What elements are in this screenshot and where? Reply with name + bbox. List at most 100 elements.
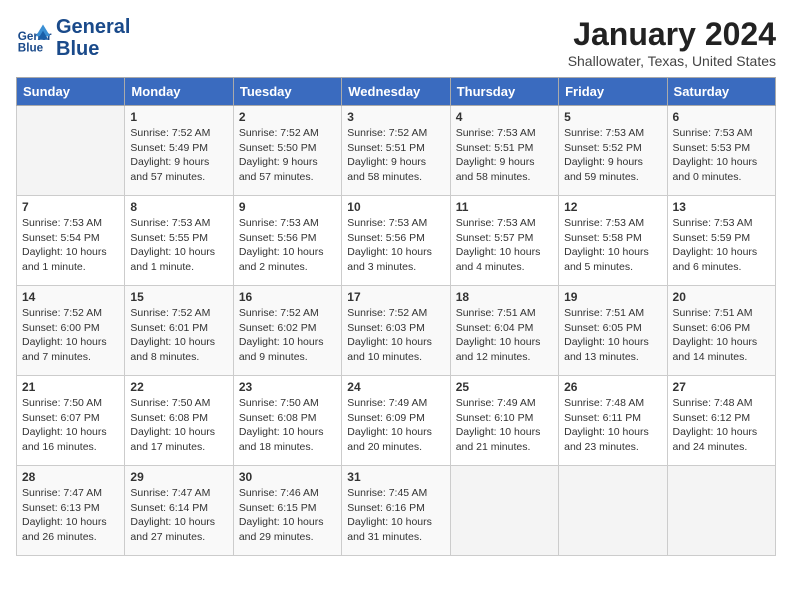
day-number: 31 bbox=[347, 470, 444, 484]
calendar-cell: 17 Sunrise: 7:52 AMSunset: 6:03 PMDayligh… bbox=[342, 286, 450, 376]
day-number: 13 bbox=[673, 200, 770, 214]
calendar-cell: 10Sunrise: 7:53 AMSunset: 5:56 PMDayligh… bbox=[342, 196, 450, 286]
day-number: 11 bbox=[456, 200, 553, 214]
day-number: 1 bbox=[130, 110, 227, 124]
calendar-header-row: SundayMondayTuesdayWednesdayThursdayFrid… bbox=[17, 78, 776, 106]
logo-text-line1: General bbox=[56, 16, 130, 38]
calendar-body: 1 Sunrise: 7:52 AMSunset: 5:49 PMDaylight… bbox=[17, 106, 776, 556]
page-header: General Blue General Blue January 2024 S… bbox=[16, 16, 776, 69]
day-info: Sunrise: 7:48 AMSunset: 6:12 PMDaylight:… bbox=[673, 396, 770, 455]
header-cell-thursday: Thursday bbox=[450, 78, 558, 106]
calendar-cell bbox=[17, 106, 125, 196]
calendar-cell bbox=[450, 466, 558, 556]
day-number: 16 bbox=[239, 290, 336, 304]
day-info: Sunrise: 7:52 AMSunset: 6:02 PMDaylight:… bbox=[239, 306, 336, 365]
header-cell-friday: Friday bbox=[559, 78, 667, 106]
calendar-cell: 3Sunrise: 7:52 AMSunset: 5:51 PMDaylight… bbox=[342, 106, 450, 196]
calendar-cell: 28Sunrise: 7:47 AMSunset: 6:13 PMDayligh… bbox=[17, 466, 125, 556]
calendar-cell: 15 Sunrise: 7:52 AMSunset: 6:01 PMDayligh… bbox=[125, 286, 233, 376]
header-cell-saturday: Saturday bbox=[667, 78, 775, 106]
day-number: 22 bbox=[130, 380, 227, 394]
day-number: 6 bbox=[673, 110, 770, 124]
calendar-cell: 24Sunrise: 7:49 AMSunset: 6:09 PMDayligh… bbox=[342, 376, 450, 466]
calendar-cell: 25Sunrise: 7:49 AMSunset: 6:10 PMDayligh… bbox=[450, 376, 558, 466]
calendar-cell: 20 Sunrise: 7:51 AMSunset: 6:06 PMDayligh… bbox=[667, 286, 775, 376]
day-number: 26 bbox=[564, 380, 661, 394]
calendar-cell: 2Sunrise: 7:52 AMSunset: 5:50 PMDaylight… bbox=[233, 106, 341, 196]
day-info: Sunrise: 7:53 AMSunset: 5:55 PMDaylight:… bbox=[130, 216, 227, 275]
day-number: 17 bbox=[347, 290, 444, 304]
header-cell-monday: Monday bbox=[125, 78, 233, 106]
day-info: Sunrise: 7:48 AMSunset: 6:11 PMDaylight:… bbox=[564, 396, 661, 455]
svg-text:Blue: Blue bbox=[18, 42, 44, 55]
day-info: Sunrise: 7:53 AMSunset: 5:51 PMDaylight:… bbox=[456, 126, 553, 185]
day-info: Sunrise: 7:53 AMSunset: 5:53 PMDaylight:… bbox=[673, 126, 770, 185]
location-title: Shallowater, Texas, United States bbox=[568, 53, 776, 69]
calendar-table: SundayMondayTuesdayWednesdayThursdayFrid… bbox=[16, 77, 776, 556]
day-info: Sunrise: 7:52 AMSunset: 6:01 PMDaylight:… bbox=[130, 306, 227, 365]
logo-icon: General Blue bbox=[16, 20, 52, 56]
calendar-cell: 21Sunrise: 7:50 AMSunset: 6:07 PMDayligh… bbox=[17, 376, 125, 466]
day-info: Sunrise: 7:53 AMSunset: 5:54 PMDaylight:… bbox=[22, 216, 119, 275]
day-number: 29 bbox=[130, 470, 227, 484]
day-number: 14 bbox=[22, 290, 119, 304]
header-cell-sunday: Sunday bbox=[17, 78, 125, 106]
calendar-week-5: 28Sunrise: 7:47 AMSunset: 6:13 PMDayligh… bbox=[17, 466, 776, 556]
day-info: Sunrise: 7:51 AMSunset: 6:04 PMDaylight:… bbox=[456, 306, 553, 365]
calendar-cell: 19Sunrise: 7:51 AMSunset: 6:05 PMDayligh… bbox=[559, 286, 667, 376]
calendar-cell: 12 Sunrise: 7:53 AMSunset: 5:58 PMDayligh… bbox=[559, 196, 667, 286]
day-number: 12 bbox=[564, 200, 661, 214]
day-number: 20 bbox=[673, 290, 770, 304]
day-info: Sunrise: 7:50 AMSunset: 6:07 PMDaylight:… bbox=[22, 396, 119, 455]
day-info: Sunrise: 7:50 AMSunset: 6:08 PMDaylight:… bbox=[130, 396, 227, 455]
day-info: Sunrise: 7:52 AMSunset: 6:00 PMDaylight:… bbox=[22, 306, 119, 365]
calendar-cell: 30 Sunrise: 7:46 AMSunset: 6:15 PMDayligh… bbox=[233, 466, 341, 556]
calendar-week-3: 14 Sunrise: 7:52 AMSunset: 6:00 PMDayligh… bbox=[17, 286, 776, 376]
calendar-cell: 23 Sunrise: 7:50 AMSunset: 6:08 PMDayligh… bbox=[233, 376, 341, 466]
calendar-cell: 1 Sunrise: 7:52 AMSunset: 5:49 PMDaylight… bbox=[125, 106, 233, 196]
day-number: 30 bbox=[239, 470, 336, 484]
day-info: Sunrise: 7:46 AMSunset: 6:15 PMDaylight:… bbox=[239, 486, 336, 545]
header-cell-tuesday: Tuesday bbox=[233, 78, 341, 106]
day-info: Sunrise: 7:51 AMSunset: 6:06 PMDaylight:… bbox=[673, 306, 770, 365]
header-cell-wednesday: Wednesday bbox=[342, 78, 450, 106]
calendar-cell: 22 Sunrise: 7:50 AMSunset: 6:08 PMDayligh… bbox=[125, 376, 233, 466]
calendar-cell: 7Sunrise: 7:53 AMSunset: 5:54 PMDaylight… bbox=[17, 196, 125, 286]
day-info: Sunrise: 7:52 AMSunset: 5:50 PMDaylight:… bbox=[239, 126, 336, 185]
calendar-cell: 4 Sunrise: 7:53 AMSunset: 5:51 PMDaylight… bbox=[450, 106, 558, 196]
calendar-week-2: 7Sunrise: 7:53 AMSunset: 5:54 PMDaylight… bbox=[17, 196, 776, 286]
calendar-cell: 5 Sunrise: 7:53 AMSunset: 5:52 PMDaylight… bbox=[559, 106, 667, 196]
day-info: Sunrise: 7:53 AMSunset: 5:59 PMDaylight:… bbox=[673, 216, 770, 275]
calendar-cell bbox=[667, 466, 775, 556]
day-info: Sunrise: 7:53 AMSunset: 5:57 PMDaylight:… bbox=[456, 216, 553, 275]
day-info: Sunrise: 7:53 AMSunset: 5:58 PMDaylight:… bbox=[564, 216, 661, 275]
calendar-cell: 16 Sunrise: 7:52 AMSunset: 6:02 PMDayligh… bbox=[233, 286, 341, 376]
logo-text-line2: Blue bbox=[56, 38, 130, 60]
day-info: Sunrise: 7:53 AMSunset: 5:52 PMDaylight:… bbox=[564, 126, 661, 185]
calendar-cell: 27Sunrise: 7:48 AMSunset: 6:12 PMDayligh… bbox=[667, 376, 775, 466]
calendar-cell: 29Sunrise: 7:47 AMSunset: 6:14 PMDayligh… bbox=[125, 466, 233, 556]
day-info: Sunrise: 7:52 AMSunset: 6:03 PMDaylight:… bbox=[347, 306, 444, 365]
day-info: Sunrise: 7:53 AMSunset: 5:56 PMDaylight:… bbox=[239, 216, 336, 275]
calendar-cell: 8Sunrise: 7:53 AMSunset: 5:55 PMDaylight… bbox=[125, 196, 233, 286]
day-number: 15 bbox=[130, 290, 227, 304]
day-number: 19 bbox=[564, 290, 661, 304]
day-number: 18 bbox=[456, 290, 553, 304]
calendar-cell: 6 Sunrise: 7:53 AMSunset: 5:53 PMDaylight… bbox=[667, 106, 775, 196]
calendar-week-1: 1 Sunrise: 7:52 AMSunset: 5:49 PMDaylight… bbox=[17, 106, 776, 196]
day-info: Sunrise: 7:47 AMSunset: 6:13 PMDaylight:… bbox=[22, 486, 119, 545]
day-info: Sunrise: 7:53 AMSunset: 5:56 PMDaylight:… bbox=[347, 216, 444, 275]
day-number: 3 bbox=[347, 110, 444, 124]
day-info: Sunrise: 7:45 AMSunset: 6:16 PMDaylight:… bbox=[347, 486, 444, 545]
day-number: 23 bbox=[239, 380, 336, 394]
day-number: 5 bbox=[564, 110, 661, 124]
calendar-cell: 14 Sunrise: 7:52 AMSunset: 6:00 PMDayligh… bbox=[17, 286, 125, 376]
calendar-cell bbox=[559, 466, 667, 556]
calendar-cell: 26 Sunrise: 7:48 AMSunset: 6:11 PMDayligh… bbox=[559, 376, 667, 466]
day-info: Sunrise: 7:50 AMSunset: 6:08 PMDaylight:… bbox=[239, 396, 336, 455]
day-info: Sunrise: 7:52 AMSunset: 5:49 PMDaylight:… bbox=[130, 126, 227, 185]
title-block: January 2024 Shallowater, Texas, United … bbox=[568, 16, 776, 69]
day-number: 4 bbox=[456, 110, 553, 124]
logo: General Blue General Blue bbox=[16, 16, 130, 60]
month-title: January 2024 bbox=[568, 16, 776, 53]
